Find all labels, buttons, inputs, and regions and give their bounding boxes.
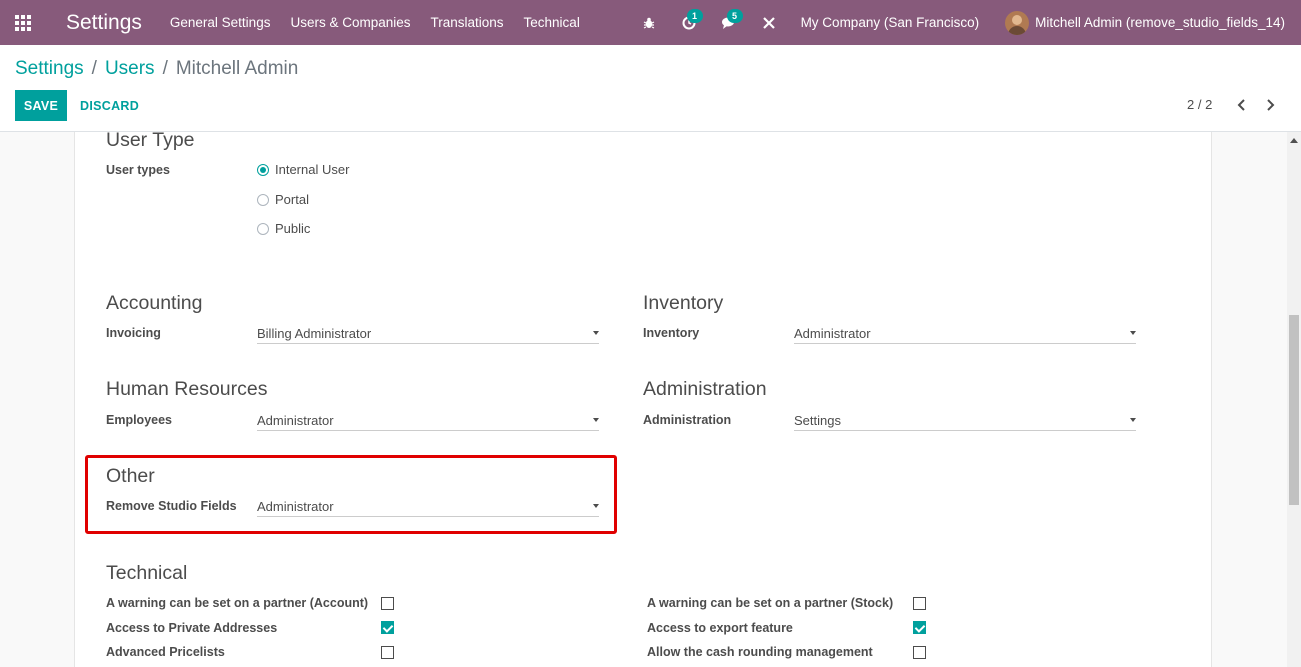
inventory-label: Inventory bbox=[643, 326, 700, 340]
app-brand[interactable]: Settings bbox=[66, 11, 142, 35]
activity-count-badge: 1 bbox=[686, 8, 703, 23]
human-resources-title: Human Resources bbox=[106, 378, 268, 400]
radio-public[interactable]: Public bbox=[257, 221, 310, 236]
other-title: Other bbox=[106, 465, 155, 487]
user-type-title: User Type bbox=[106, 132, 195, 151]
radio-portal[interactable]: Portal bbox=[257, 192, 309, 207]
form-content: User Type User types Internal User Porta… bbox=[0, 132, 1287, 667]
menu-general-settings[interactable]: General Settings bbox=[170, 15, 271, 30]
check-label-warning-stock: A warning can be set on a partner (Stock… bbox=[647, 596, 894, 610]
checkbox-warning-stock[interactable] bbox=[913, 597, 926, 610]
administration-select[interactable]: Settings bbox=[794, 409, 1136, 431]
dropdown-caret-icon bbox=[593, 331, 599, 335]
vertical-scrollbar[interactable] bbox=[1287, 132, 1301, 667]
check-label-advanced-pricelists: Advanced Pricelists bbox=[106, 645, 225, 659]
remove-studio-fields-label: Remove Studio Fields bbox=[106, 499, 237, 513]
check-label-export-feature: Access to export feature bbox=[647, 621, 793, 635]
pager-next-icon[interactable] bbox=[1260, 95, 1280, 115]
technical-title: Technical bbox=[106, 562, 188, 584]
checkbox-private-addresses[interactable] bbox=[381, 621, 394, 634]
breadcrumb-current: Mitchell Admin bbox=[175, 58, 299, 79]
breadcrumb-users[interactable]: Users bbox=[105, 58, 155, 80]
messages-count-badge: 5 bbox=[726, 8, 743, 23]
dropdown-caret-icon bbox=[1130, 418, 1136, 422]
user-types-label: User types bbox=[106, 163, 170, 177]
messages-chat-icon[interactable]: 5 bbox=[717, 8, 743, 35]
scroll-thumb[interactable] bbox=[1289, 315, 1299, 505]
menu-users-companies[interactable]: Users & Companies bbox=[290, 15, 410, 30]
inventory-title: Inventory bbox=[643, 292, 724, 314]
breadcrumb-settings[interactable]: Settings bbox=[15, 58, 84, 80]
form-sheet: User Type User types Internal User Porta… bbox=[74, 132, 1212, 667]
checkbox-warning-account[interactable] bbox=[381, 597, 394, 610]
dropdown-caret-icon bbox=[1130, 331, 1136, 335]
save-button[interactable]: SAVE bbox=[15, 90, 67, 121]
breadcrumb: Settings / Users / Mitchell Admin bbox=[15, 58, 298, 80]
menu-translations[interactable]: Translations bbox=[431, 15, 504, 30]
checkbox-advanced-pricelists[interactable] bbox=[381, 646, 394, 659]
user-menu[interactable]: Mitchell Admin (remove_studio_fields_14) bbox=[1005, 10, 1285, 35]
check-label-private-addresses: Access to Private Addresses bbox=[106, 621, 278, 635]
dropdown-caret-icon bbox=[593, 418, 599, 422]
administration-title: Administration bbox=[643, 378, 767, 400]
dropdown-caret-icon bbox=[593, 504, 599, 508]
debug-bug-icon[interactable] bbox=[637, 11, 661, 35]
user-avatar bbox=[1005, 10, 1030, 35]
invoicing-select[interactable]: Billing Administrator bbox=[257, 322, 599, 344]
administration-label: Administration bbox=[643, 413, 732, 427]
radio-unchecked-icon[interactable] bbox=[257, 193, 269, 206]
apps-menu-icon[interactable] bbox=[0, 0, 46, 45]
activity-clock-icon[interactable]: 1 bbox=[677, 8, 703, 35]
menu-technical[interactable]: Technical bbox=[524, 15, 580, 30]
employees-select[interactable]: Administrator bbox=[257, 409, 599, 431]
radio-unchecked-icon[interactable] bbox=[257, 222, 269, 235]
tools-cross-icon[interactable] bbox=[757, 11, 781, 35]
remove-studio-fields-select[interactable]: Administrator bbox=[257, 495, 599, 517]
radio-checked-icon[interactable] bbox=[257, 163, 269, 176]
checkbox-export-feature[interactable] bbox=[913, 621, 926, 634]
user-name: Mitchell Admin (remove_studio_fields_14) bbox=[1035, 15, 1285, 30]
breadcrumb-separator: / bbox=[91, 58, 97, 79]
invoicing-label: Invoicing bbox=[106, 326, 161, 340]
control-panel: Settings / Users / Mitchell Admin SAVE D… bbox=[0, 45, 1301, 132]
company-switcher[interactable]: My Company (San Francisco) bbox=[801, 15, 980, 30]
pager-previous-icon[interactable] bbox=[1232, 95, 1252, 115]
checkbox-cash-rounding[interactable] bbox=[913, 646, 926, 659]
top-navbar: Settings General Settings Users & Compan… bbox=[0, 0, 1301, 45]
radio-internal-user[interactable]: Internal User bbox=[257, 162, 349, 177]
check-label-cash-rounding: Allow the cash rounding management bbox=[647, 645, 873, 659]
accounting-title: Accounting bbox=[106, 292, 203, 314]
check-label-warning-account: A warning can be set on a partner (Accou… bbox=[106, 596, 369, 610]
employees-label: Employees bbox=[106, 413, 173, 427]
inventory-select[interactable]: Administrator bbox=[794, 322, 1136, 344]
pager-value[interactable]: 2 / 2 bbox=[1187, 97, 1212, 112]
discard-button[interactable]: DISCARD bbox=[78, 90, 141, 121]
breadcrumb-separator: / bbox=[162, 58, 168, 79]
scroll-up-arrow-icon[interactable] bbox=[1290, 138, 1298, 143]
